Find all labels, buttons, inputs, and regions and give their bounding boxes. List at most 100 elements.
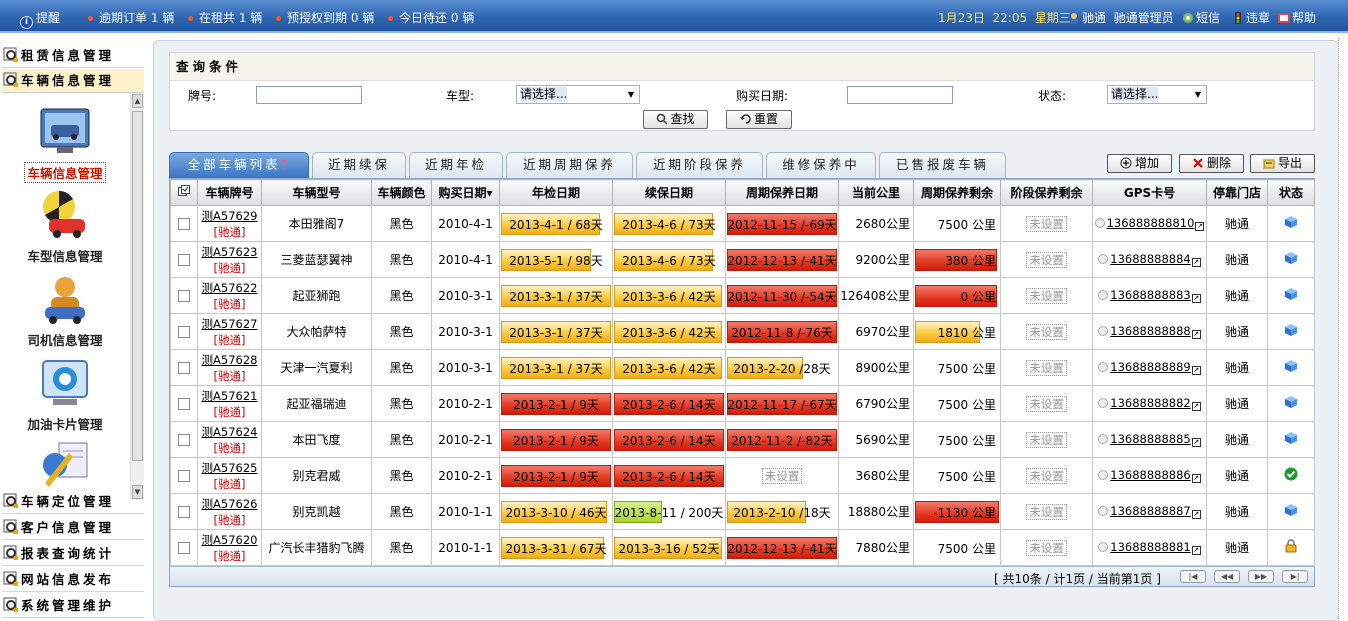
status-select[interactable]: 请选择... ▼ <box>1107 85 1207 104</box>
scroll-thumb[interactable] <box>132 111 143 461</box>
plate-link[interactable]: 测A57629 <box>202 209 258 223</box>
sms-link[interactable]: 短信 <box>1182 9 1220 26</box>
module-vehicle-info[interactable]: 车辆信息管理 <box>2 107 128 183</box>
gps-link[interactable]: 13688888888 <box>1110 324 1190 338</box>
gps-link[interactable]: 13688888886 <box>1110 468 1190 482</box>
plate-link[interactable]: 测A57623 <box>202 245 258 259</box>
plate-link[interactable]: 测A57620 <box>202 533 258 547</box>
scroll-up-arrow[interactable]: ▲ <box>132 94 143 108</box>
external-link-icon[interactable]: ↗ <box>1191 366 1201 375</box>
tab-renewal[interactable]: 近期续保 <box>312 152 406 178</box>
tab-cycle-maint[interactable]: 近期周期保养 <box>506 152 633 178</box>
table-row[interactable]: 测A57626 [驰通] 别克凯越 黑色 2010-1-1 2013-3-10 / 46天… <box>170 493 1315 530</box>
violation-link[interactable]: 违章 <box>1232 9 1270 26</box>
status-cell[interactable] <box>1267 421 1315 458</box>
alert-overdue-orders[interactable]: 逾期订单 1 辆 <box>88 9 174 26</box>
model-select[interactable]: 请选择... ▼ <box>516 85 640 104</box>
row-checkbox[interactable] <box>178 398 190 410</box>
alert-renting[interactable]: 在租共 1 辆 <box>188 9 262 26</box>
gps-link[interactable]: 13688888887 <box>1110 504 1190 518</box>
status-cell[interactable] <box>1267 457 1315 494</box>
gps-link[interactable]: 13688888883 <box>1110 288 1190 302</box>
table-row[interactable]: 测A57623 [驰通] 三菱蓝瑟翼神 黑色 2010-4-1 2013-5-1 / 98… <box>170 241 1315 278</box>
row-checkbox[interactable] <box>178 434 190 446</box>
plate-link[interactable]: 测A57626 <box>202 497 258 511</box>
external-link-icon[interactable]: ↗ <box>1191 474 1201 483</box>
add-button[interactable]: 增加 <box>1107 154 1172 173</box>
status-cell[interactable] <box>1267 313 1315 350</box>
sidebar-scrollbar[interactable]: ▲ ▼ <box>130 93 144 500</box>
module-car-model[interactable]: 车型信息管理 <box>2 189 128 265</box>
plate-link[interactable]: 测A57628 <box>202 353 258 367</box>
table-row[interactable]: 测A57627 [驰通] 大众帕萨特 黑色 2010-3-1 2013-3-1 / 37天… <box>170 313 1315 350</box>
external-link-icon[interactable]: ↗ <box>1191 294 1201 303</box>
plate-link[interactable]: 测A57624 <box>202 425 258 439</box>
external-link-icon[interactable]: ↗ <box>1195 222 1205 231</box>
menu-vehicle-info[interactable]: 车辆信息管理 <box>2 69 144 93</box>
row-checkbox[interactable] <box>178 470 190 482</box>
table-row[interactable]: 测A57625 [驰通] 别克君威 黑色 2010-2-1 2013-2-1 / 9天 20… <box>170 457 1315 494</box>
table-row[interactable]: 测A57622 [驰通] 起亚狮跑 黑色 2010-3-1 2013-3-1 / 37天 2… <box>170 277 1315 314</box>
menu-vehicle-location[interactable]: 车辆定位管理 <box>2 490 144 514</box>
external-link-icon[interactable]: ↗ <box>1191 402 1201 411</box>
menu-customer-info[interactable]: 客户信息管理 <box>2 516 144 540</box>
menu-website-publish[interactable]: 网站信息发布 <box>2 568 144 592</box>
tab-sold-scrapped[interactable]: 已售报废车辆 <box>879 152 1006 178</box>
external-link-icon[interactable]: ↗ <box>1191 258 1201 267</box>
gps-link[interactable]: 13688888889 <box>1110 360 1190 374</box>
col-buy-date[interactable]: 购买日期▾ <box>431 179 500 206</box>
plate-link[interactable]: 测A57627 <box>202 317 258 331</box>
first-page-button[interactable]: |◀ <box>1180 570 1206 583</box>
gps-link[interactable]: 13688888884 <box>1110 252 1190 266</box>
alert-preauth[interactable]: 预授权到期 0 辆 <box>276 9 374 26</box>
row-checkbox[interactable] <box>178 326 190 338</box>
menu-system-maintenance[interactable]: 系统管理维护 <box>2 594 144 618</box>
help-link[interactable]: 帮助 <box>1278 9 1316 26</box>
menu-rental-info[interactable]: 租赁信息管理 <box>2 44 144 68</box>
plate-link[interactable]: 测A57621 <box>202 389 258 403</box>
last-page-button[interactable]: ▶| <box>1282 570 1308 583</box>
gps-link[interactable]: 136888888810 <box>1107 216 1195 230</box>
external-link-icon[interactable]: ↗ <box>1191 438 1201 447</box>
gps-link[interactable]: 13688888881 <box>1110 540 1190 554</box>
search-button[interactable]: 查找 <box>643 110 708 129</box>
module-driver-info[interactable]: 司机信息管理 <box>2 273 128 349</box>
tab-all-vehicles[interactable]: 全部车辆列表? <box>169 152 309 178</box>
table-row[interactable]: 测A57629 [驰通] 本田雅阁7 黑色 2010-4-1 2013-4-1 / 68天… <box>170 205 1315 242</box>
tab-repairing[interactable]: 维修保养中 <box>766 152 876 178</box>
buydate-input[interactable] <box>847 86 953 104</box>
delete-button[interactable]: 删除 <box>1179 154 1244 173</box>
status-cell[interactable] <box>1267 385 1315 422</box>
status-cell[interactable] <box>1267 529 1315 566</box>
table-row[interactable]: 测A57624 [驰通] 本田飞度 黑色 2010-2-1 2013-2-1 / 9天 20… <box>170 421 1315 458</box>
row-checkbox[interactable] <box>178 362 190 374</box>
status-cell[interactable] <box>1267 205 1315 242</box>
status-cell[interactable] <box>1267 349 1315 386</box>
tab-inspection[interactable]: 近期年检 <box>409 152 503 178</box>
module-fuel-card[interactable]: 加油卡片管理 <box>2 357 128 433</box>
row-checkbox[interactable] <box>178 542 190 554</box>
status-cell[interactable] <box>1267 241 1315 278</box>
gps-link[interactable]: 13688888885 <box>1110 432 1190 446</box>
status-cell[interactable] <box>1267 277 1315 314</box>
select-all-header[interactable] <box>170 179 198 206</box>
row-checkbox[interactable] <box>178 506 190 518</box>
plate-input[interactable] <box>256 86 362 104</box>
external-link-icon[interactable]: ↗ <box>1191 546 1201 555</box>
menu-reports[interactable]: 报表查询统计 <box>2 542 144 566</box>
export-button[interactable]: 导出 <box>1250 154 1315 173</box>
table-row[interactable]: 测A57620 [驰通] 广汽长丰猎豹飞腾 黑色 2010-1-1 2013-3-31 /… <box>170 529 1315 566</box>
status-cell[interactable] <box>1267 493 1315 530</box>
plate-link[interactable]: 测A57625 <box>202 461 258 475</box>
row-checkbox[interactable] <box>178 254 190 266</box>
tab-stage-maint[interactable]: 近期阶段保养 <box>636 152 763 178</box>
reset-button[interactable]: 重置 <box>726 110 792 129</box>
next-page-button[interactable]: ▶▶ <box>1248 570 1274 583</box>
prev-page-button[interactable]: ◀◀ <box>1214 570 1240 583</box>
row-checkbox[interactable] <box>178 290 190 302</box>
reminder[interactable]: i 提醒 <box>20 9 60 29</box>
plate-link[interactable]: 测A57622 <box>202 281 258 295</box>
module-more[interactable] <box>2 439 128 492</box>
gps-link[interactable]: 13688888882 <box>1110 396 1190 410</box>
external-link-icon[interactable]: ↗ <box>1191 330 1201 339</box>
